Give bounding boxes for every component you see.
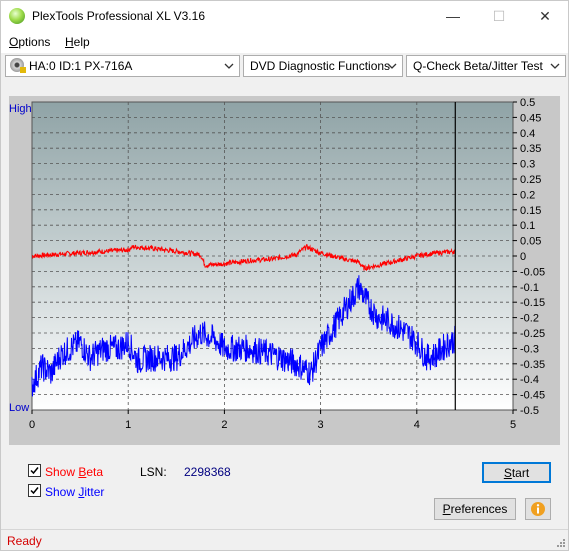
info-icon bbox=[531, 502, 545, 516]
x-tick-label: 3 bbox=[318, 419, 324, 431]
cd-drive-icon bbox=[10, 58, 26, 73]
x-tick-label: 4 bbox=[414, 419, 420, 431]
menu-options-rest: ptions bbox=[18, 35, 51, 49]
menu-options[interactable]: Options bbox=[9, 35, 50, 49]
show-beta-label: Show Beta bbox=[45, 465, 103, 479]
title-bar: PlexTools Professional XL V3.16 — ☐ ✕ bbox=[1, 1, 568, 31]
show-jitter-rest: itter bbox=[84, 485, 105, 499]
y-tick-label: 0.45 bbox=[520, 112, 541, 124]
chart-svg: 0.5 0.45 0.4 0.35 0.3 0.25 0.2 0.15 0.1 0.05 0 -0.0… bbox=[9, 97, 545, 431]
y-tick-label: -0.15 bbox=[520, 297, 545, 309]
preferences-rest: references bbox=[450, 502, 508, 516]
y-tick-label: -0.25 bbox=[520, 328, 545, 340]
show-beta-pre: Show bbox=[45, 465, 79, 479]
y-tick-label: 0.15 bbox=[520, 205, 541, 217]
start-mnemonic: S bbox=[503, 465, 512, 480]
x-tick-labels: 0 1 2 3 4 5 bbox=[29, 410, 516, 431]
checkmark-icon bbox=[30, 487, 39, 495]
y-tick-label: -0.2 bbox=[520, 313, 539, 325]
y-tick-label: -0.5 bbox=[520, 405, 539, 417]
menu-options-mnemonic: O bbox=[9, 35, 19, 49]
y-tick-label: 0.2 bbox=[520, 189, 535, 201]
menu-help[interactable]: Help bbox=[65, 35, 90, 49]
function-select-value: DVD Diagnostic Functions bbox=[250, 59, 391, 73]
function-select[interactable]: DVD Diagnostic Functions bbox=[243, 55, 403, 77]
preferences-mnemonic: P bbox=[442, 502, 451, 516]
y-tick-label: 0.05 bbox=[520, 236, 541, 248]
start-rest: tart bbox=[511, 465, 530, 480]
menu-bar: Options Help bbox=[1, 31, 568, 53]
start-button[interactable]: Start bbox=[482, 462, 551, 483]
y-tick-label: -0.1 bbox=[520, 282, 539, 294]
y-tick-label: 0.25 bbox=[520, 174, 541, 186]
grid-lines bbox=[32, 102, 513, 410]
window-title: PlexTools Professional XL V3.16 bbox=[32, 9, 205, 23]
y-tick-label: -0.35 bbox=[520, 359, 545, 371]
y-tick-label: 0.1 bbox=[520, 220, 535, 232]
y-tick-label: 0.4 bbox=[520, 128, 535, 140]
y-tick-label: -0.05 bbox=[520, 266, 545, 278]
show-beta-checkbox[interactable] bbox=[28, 464, 41, 477]
checkmark-icon bbox=[30, 467, 39, 475]
y-tick-label: 0.5 bbox=[520, 97, 535, 109]
y-tick-labels: 0.5 0.45 0.4 0.35 0.3 0.25 0.2 0.15 0.1 0.05 0 -0.0… bbox=[513, 97, 545, 417]
chevron-down-icon bbox=[387, 63, 397, 69]
menu-help-mnemonic: H bbox=[65, 35, 74, 49]
x-tick-label: 2 bbox=[221, 419, 227, 431]
x-tick-label: 0 bbox=[29, 419, 35, 431]
app-window: PlexTools Professional XL V3.16 — ☐ ✕ Op… bbox=[0, 0, 569, 551]
status-bar: Ready bbox=[1, 529, 568, 550]
show-jitter-pre: Show bbox=[45, 485, 79, 499]
y-tick-label: -0.45 bbox=[520, 390, 545, 402]
y-tick-label: 0.3 bbox=[520, 159, 535, 171]
y-tick-label: 0 bbox=[520, 251, 526, 263]
lsn-label: LSN: bbox=[140, 465, 167, 479]
test-select[interactable]: Q-Check Beta/Jitter Test bbox=[406, 55, 566, 77]
preferences-button[interactable]: Preferences bbox=[434, 498, 516, 520]
info-button[interactable] bbox=[525, 498, 551, 520]
menu-help-rest: elp bbox=[73, 35, 90, 49]
close-button[interactable]: ✕ bbox=[522, 1, 568, 31]
y-tick-label: -0.4 bbox=[520, 374, 539, 386]
y-tick-label: 0.35 bbox=[520, 143, 541, 155]
chevron-down-icon bbox=[224, 63, 234, 69]
high-label: High bbox=[9, 103, 32, 115]
chevron-down-icon bbox=[550, 63, 560, 69]
show-beta-rest: eta bbox=[86, 465, 104, 479]
drive-select-value: HA:0 ID:1 PX-716A bbox=[29, 59, 133, 73]
controls-panel: Show Beta Show Jitter LSN: 2298368 Start… bbox=[9, 453, 560, 525]
show-jitter-label: Show Jitter bbox=[45, 485, 104, 499]
beta-jitter-chart: 0.5 0.45 0.4 0.35 0.3 0.25 0.2 0.15 0.1 0.05 0 -0.0… bbox=[9, 96, 560, 445]
maximize-button[interactable]: ☐ bbox=[476, 1, 522, 31]
minimize-button[interactable]: — bbox=[430, 1, 476, 31]
x-tick-label: 1 bbox=[125, 419, 131, 431]
resize-grip-icon[interactable] bbox=[556, 538, 566, 548]
drive-select[interactable]: HA:0 ID:1 PX-716A bbox=[5, 55, 240, 77]
status-text: Ready bbox=[7, 534, 42, 548]
toolbar: HA:0 ID:1 PX-716A DVD Diagnostic Functio… bbox=[1, 53, 568, 79]
test-select-value: Q-Check Beta/Jitter Test bbox=[413, 59, 543, 73]
show-jitter-checkbox[interactable] bbox=[28, 484, 41, 497]
low-label: Low bbox=[9, 402, 29, 414]
lsn-value: 2298368 bbox=[184, 465, 231, 479]
x-tick-label: 5 bbox=[510, 419, 516, 431]
y-tick-label: -0.3 bbox=[520, 343, 539, 355]
plextools-logo-icon bbox=[9, 8, 25, 24]
